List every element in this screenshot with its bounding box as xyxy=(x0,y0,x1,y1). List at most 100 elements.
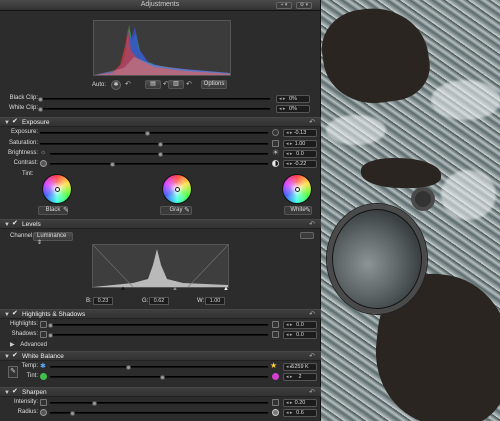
levels-w-field[interactable]: 1.00 xyxy=(205,297,225,305)
stepper-arrows-icon[interactable]: ◂ ▸ xyxy=(286,374,292,380)
eyedropper-icon[interactable]: ✎ xyxy=(305,206,311,214)
slider-knob[interactable] xyxy=(38,107,43,112)
stepper-arrows-icon[interactable]: ◂ ▸ xyxy=(286,130,292,136)
slider-knob[interactable] xyxy=(70,411,75,416)
white-clip-value[interactable]: ◂ ▸ 0% xyxy=(276,105,310,113)
add-menu-button[interactable]: + ▾ xyxy=(276,2,292,9)
radius-value[interactable]: ◂ ▸ 0.6 xyxy=(283,409,317,417)
highlights-shadows-section-header[interactable]: ▼ ✔ Highlights & Shadows ↶ xyxy=(0,309,321,319)
checkbox-icon[interactable]: ✔ xyxy=(12,220,19,228)
slider-knob[interactable] xyxy=(48,333,53,338)
eyedropper-icon[interactable]: ✎ xyxy=(184,206,190,214)
channel-select[interactable]: Luminance ⇕ xyxy=(33,232,73,246)
stepper-arrows-icon[interactable]: ◂ ▸ xyxy=(286,322,292,328)
black-tint-wheel[interactable] xyxy=(42,174,72,204)
options-button[interactable]: Options xyxy=(201,80,227,89)
levels-white-point-handle[interactable]: ▲ xyxy=(223,286,229,292)
loupe-magnifier[interactable] xyxy=(327,187,435,314)
adjustments-panel: Adjustments + ▾ ⚙ ▾ Auto: ✱ ↶ ▤ ↶ ▥ ↶ Op… xyxy=(0,0,321,421)
slider-knob[interactable] xyxy=(92,401,97,406)
undo-icon[interactable]: ↶ xyxy=(186,80,192,88)
stepper-arrows-icon[interactable]: ◂ ▸ xyxy=(279,106,285,112)
checkbox-icon[interactable]: ✔ xyxy=(12,388,19,396)
gear-menu-button[interactable]: ⚙ ▾ xyxy=(296,2,312,9)
black-clip-value[interactable]: ◂ ▸ 0% xyxy=(276,95,310,103)
levels-b-field[interactable]: 0.23 xyxy=(93,297,113,305)
loupe-handle[interactable] xyxy=(411,187,435,211)
intensity-slider[interactable] xyxy=(50,401,268,406)
slider-knob[interactable] xyxy=(145,131,150,136)
disclosure-triangle-icon[interactable]: ▼ xyxy=(4,312,10,318)
intensity-value[interactable]: ◂ ▸ 0.20 xyxy=(283,399,317,407)
checkbox-icon[interactable]: ✔ xyxy=(12,352,19,360)
stepper-arrows-icon[interactable]: ◂ ▸ xyxy=(286,151,292,157)
disclosure-triangle-icon[interactable]: ▼ xyxy=(4,222,10,228)
temp-slider[interactable] xyxy=(50,365,268,370)
gray-tint-wheel[interactable] xyxy=(162,174,192,204)
levels-gray-point-handle[interactable]: ▲ xyxy=(172,286,178,292)
wheel-handle[interactable] xyxy=(175,187,180,192)
stepper-arrows-icon[interactable]: ◂ ▸ xyxy=(279,96,285,102)
shadows-value[interactable]: ◂ ▸ 0.0 xyxy=(283,331,317,339)
contrast-value[interactable]: ◂ ▸ -0.22 xyxy=(283,160,317,168)
shadows-slider[interactable] xyxy=(48,333,268,338)
disclosure-triangle-icon[interactable]: ▼ xyxy=(4,390,10,396)
sun-small-icon: ☼ xyxy=(40,149,47,156)
stepper-arrows-icon[interactable]: ◂ ▸ xyxy=(286,161,292,167)
stepper-arrows-icon[interactable]: ◂ ▸ xyxy=(286,141,292,147)
disclosure-triangle-icon[interactable]: ▼ xyxy=(4,120,10,126)
highlights-value[interactable]: ◂ ▸ 0.0 xyxy=(283,321,317,329)
wb-tint-slider[interactable] xyxy=(50,375,268,380)
white-clip-slider[interactable] xyxy=(38,107,270,112)
stepper-arrows-icon[interactable]: ◂ ▸ xyxy=(286,364,292,370)
levels-g-field[interactable]: 0.62 xyxy=(149,297,169,305)
contrast-slider[interactable] xyxy=(50,162,268,167)
slider-knob[interactable] xyxy=(158,152,163,157)
brightness-value[interactable]: ◂ ▸ 0.0 xyxy=(283,150,317,158)
slider-knob[interactable] xyxy=(126,365,131,370)
wb-tint-value[interactable]: ◂ ▸ 2 xyxy=(283,373,317,381)
levels-black-point-handle[interactable]: ▲ xyxy=(120,286,126,292)
levels-options-icon[interactable] xyxy=(300,232,314,239)
auto-exposure-button[interactable]: ▤ xyxy=(145,80,161,89)
wheel-handle[interactable] xyxy=(295,187,300,192)
temp-value[interactable]: ◂ ▸ 5259 K xyxy=(283,363,317,371)
radius-slider[interactable] xyxy=(50,411,268,416)
brightness-slider[interactable] xyxy=(50,152,268,157)
stepper-arrows-icon[interactable]: ◂ ▸ xyxy=(286,410,292,416)
reset-icon[interactable]: ↶ xyxy=(309,118,315,126)
contrast-row: Contrast: ◂ ▸ -0.22 xyxy=(0,159,321,169)
white-balance-section-header[interactable]: ▼ ✔ White Balance ↶ xyxy=(0,351,321,361)
black-clip-slider[interactable] xyxy=(38,97,270,102)
auto-levels-button[interactable]: ✱ xyxy=(111,80,121,90)
disclosure-triangle-icon[interactable]: ▼ xyxy=(4,354,10,360)
slider-knob[interactable] xyxy=(160,375,165,380)
reset-icon[interactable]: ↶ xyxy=(309,310,315,318)
highlights-slider[interactable] xyxy=(48,323,268,328)
reset-icon[interactable]: ↶ xyxy=(309,388,315,396)
slider-knob[interactable] xyxy=(48,323,53,328)
eyedropper-icon[interactable]: ✎ xyxy=(63,206,69,214)
levels-section-header[interactable]: ▼ ✔ Levels ↶ xyxy=(0,219,321,229)
reset-icon[interactable]: ↶ xyxy=(309,352,315,360)
white-tint-wheel[interactable] xyxy=(282,174,312,204)
slider-knob[interactable] xyxy=(110,162,115,167)
slider-knob[interactable] xyxy=(38,97,43,102)
undo-icon[interactable]: ↶ xyxy=(125,80,131,88)
auto-color-button[interactable]: ▥ xyxy=(168,80,184,89)
checkbox-icon[interactable]: ✔ xyxy=(12,118,19,126)
checkbox-icon[interactable]: ✔ xyxy=(12,310,19,318)
advanced-disclosure[interactable]: ▶ Advanced xyxy=(10,341,47,348)
exposure-section-header[interactable]: ▼ ✔ Exposure ↶ xyxy=(0,117,321,127)
reset-icon[interactable]: ↶ xyxy=(309,220,315,228)
saturation-slider[interactable] xyxy=(40,142,268,147)
exposure-value[interactable]: ◂ ▸ -0.13 xyxy=(283,129,317,137)
exposure-slider[interactable] xyxy=(40,131,268,136)
slider-knob[interactable] xyxy=(158,142,163,147)
saturation-value[interactable]: ◂ ▸ 1.00 xyxy=(283,140,317,148)
stepper-arrows-icon[interactable]: ◂ ▸ xyxy=(286,332,292,338)
sharpen-section-header[interactable]: ▼ ✔ Sharpen ↶ xyxy=(0,387,321,397)
disclosure-triangle-icon[interactable]: ▶ xyxy=(10,342,15,348)
wheel-handle[interactable] xyxy=(55,187,60,192)
stepper-arrows-icon[interactable]: ◂ ▸ xyxy=(286,400,292,406)
